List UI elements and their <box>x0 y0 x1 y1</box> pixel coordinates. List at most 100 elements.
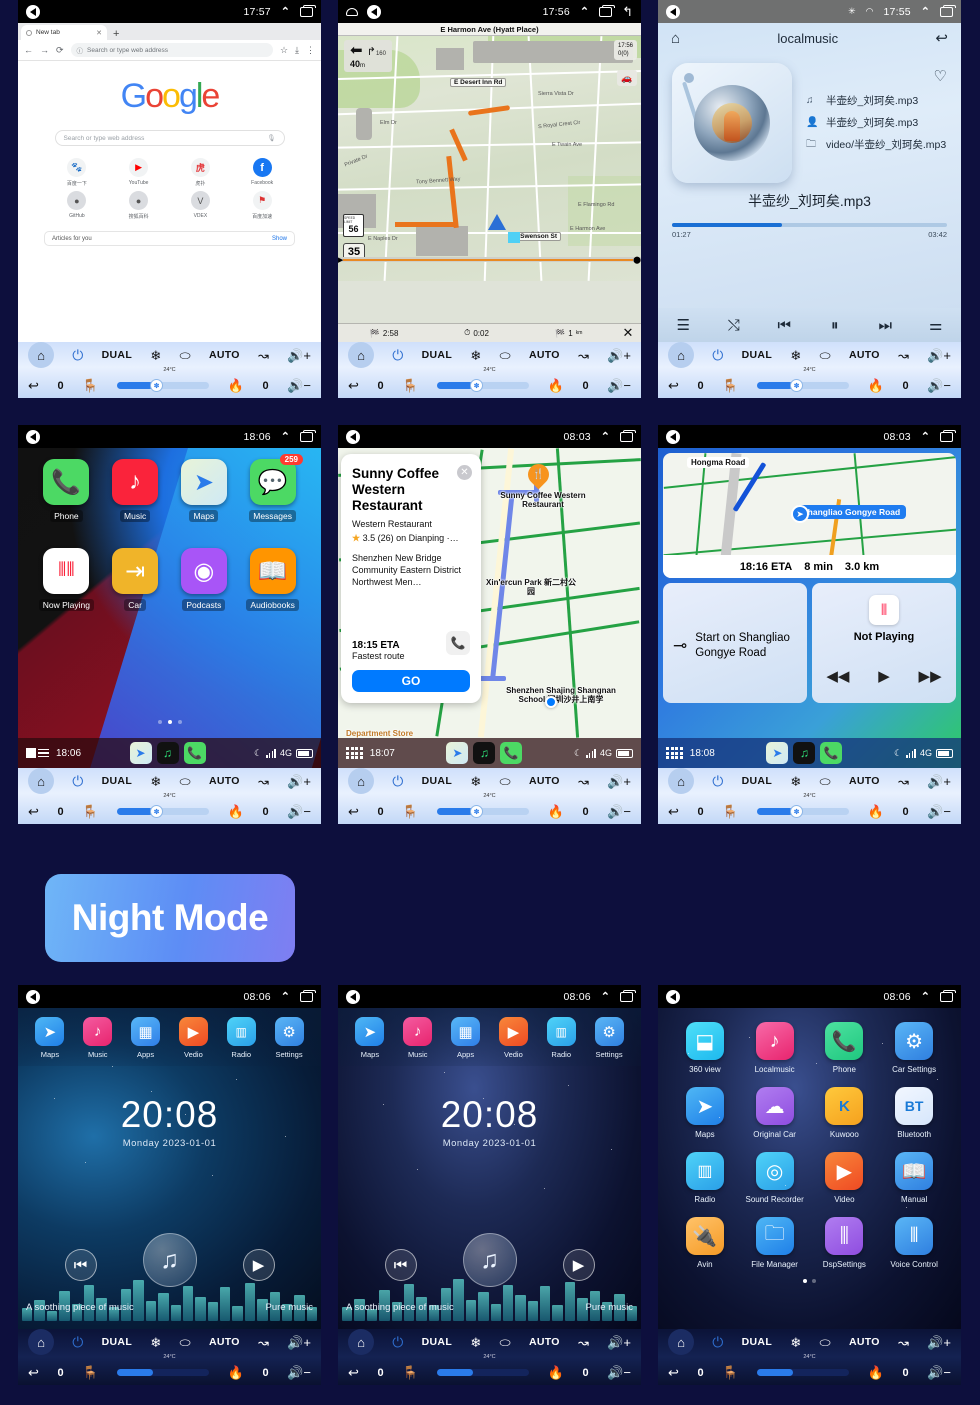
microphone-icon[interactable]: 🎙 <box>267 134 275 142</box>
home-icon[interactable]: ⌂ <box>28 1329 54 1355</box>
apps-grid-icon[interactable] <box>666 746 683 760</box>
airflow-icon[interactable]: ↝ <box>898 775 909 788</box>
back-icon[interactable] <box>26 429 40 444</box>
chevron-up-icon[interactable]: ⌃ <box>921 990 930 1003</box>
articles-show-button[interactable]: Show <box>272 236 287 242</box>
volume-up-icon[interactable]: 🔊+ <box>607 1336 631 1349</box>
dual-button[interactable]: DUAL <box>102 1336 132 1348</box>
fan-slider[interactable]: ✽ <box>437 379 530 392</box>
rear-defrost-icon[interactable]: ⬭ <box>820 775 831 788</box>
auto-button[interactable]: AUTO <box>849 349 880 361</box>
dual-button[interactable]: DUAL <box>422 1336 452 1348</box>
shortcut-item[interactable]: f Facebook <box>231 158 293 187</box>
previous-icon[interactable]: ⏮ <box>759 317 810 334</box>
undo-icon[interactable]: ↰ <box>622 4 633 20</box>
playlist-icon[interactable]: ☰ <box>658 316 709 334</box>
seat-icon[interactable]: 🪑 <box>82 1366 98 1379</box>
snowflake-icon[interactable]: ❄ <box>470 775 481 788</box>
seat-heat-icon[interactable]: 🔥 <box>228 379 244 392</box>
snowflake-icon[interactable]: ❄ <box>790 1336 801 1349</box>
play-icon[interactable]: ▶ <box>878 667 890 685</box>
power-icon[interactable]: ⏻ <box>72 1334 83 1351</box>
seat-heat-icon[interactable]: 🔥 <box>868 805 884 818</box>
page-dot-active[interactable] <box>167 720 172 724</box>
back-arrow-icon[interactable]: ↩ <box>348 1366 359 1379</box>
fan-slider-knob[interactable]: ✽ <box>150 805 164 818</box>
chevron-up-icon[interactable]: ⌃ <box>601 990 610 1003</box>
back-icon[interactable] <box>346 429 360 444</box>
volume-up-icon[interactable]: 🔊+ <box>927 775 951 788</box>
fan-slider[interactable]: ✽ <box>757 379 850 392</box>
app-voice-control[interactable]: ⦀ Voice Control <box>879 1217 949 1269</box>
power-icon[interactable]: ⏻ <box>392 773 403 790</box>
app-now-playing[interactable]: ⦀⦀ Now Playing <box>32 548 101 611</box>
fan-slider[interactable]: ✽ <box>437 805 530 818</box>
app-manual[interactable]: 📖 Manual <box>879 1152 949 1204</box>
home-icon[interactable]: ⌂ <box>348 1329 374 1355</box>
recents-icon[interactable] <box>940 989 956 1002</box>
forward-icon[interactable]: ▶▶ <box>919 667 942 685</box>
fan-slider-knob[interactable]: ✽ <box>150 379 164 392</box>
power-icon[interactable]: ⏻ <box>712 347 723 364</box>
search-input[interactable]: Search or type web address 🎙 <box>54 130 285 146</box>
fan-slider-knob[interactable]: ✽ <box>790 805 804 818</box>
back-arrow-icon[interactable]: ↩ <box>28 379 39 392</box>
home-icon[interactable]: ⌂ <box>671 30 680 47</box>
volume-up-icon[interactable]: 🔊+ <box>287 1336 311 1349</box>
recents-icon[interactable] <box>599 4 616 17</box>
app-localmusic[interactable]: ♪ Localmusic <box>740 1022 810 1074</box>
dock-kuwo-icon[interactable]: ♫ <box>156 742 179 764</box>
dual-button[interactable]: DUAL <box>422 775 452 787</box>
pause-icon[interactable]: ⏸ <box>810 317 861 334</box>
auto-button[interactable]: AUTO <box>209 775 240 787</box>
auto-button[interactable]: AUTO <box>529 775 560 787</box>
home-outline-icon[interactable] <box>346 7 358 16</box>
page-dot[interactable] <box>177 720 182 724</box>
return-icon[interactable]: ↩ <box>935 29 948 47</box>
app-car-settings[interactable]: ⚙ Car Settings <box>879 1022 949 1074</box>
app-list-icon[interactable] <box>26 748 49 758</box>
browser-tab[interactable]: New tab ✕ <box>21 25 107 40</box>
seat-heat-icon[interactable]: 🔥 <box>228 805 244 818</box>
tab-close-icon[interactable]: ✕ <box>96 29 102 37</box>
fan-slider-knob[interactable]: ✽ <box>470 379 484 392</box>
app-music[interactable]: ♪ Music <box>101 459 170 522</box>
dual-button[interactable]: DUAL <box>742 775 772 787</box>
dock-maps-icon[interactable]: ➤ <box>129 742 152 764</box>
seat-heat-icon[interactable]: 🔥 <box>868 1366 884 1379</box>
fan-slider[interactable]: ✽ <box>757 805 850 818</box>
seat-heat-icon[interactable]: 🔥 <box>548 1366 564 1379</box>
rear-defrost-icon[interactable]: ⬭ <box>820 349 831 362</box>
app-original-car[interactable]: ☁ Original Car <box>740 1087 810 1139</box>
media-card[interactable]: ⦀ Not Playing ◀◀ ▶ ▶▶ <box>812 583 956 703</box>
apps-grid-icon[interactable] <box>346 746 363 760</box>
app-phone[interactable]: 📞 Phone <box>810 1022 880 1074</box>
seat-icon[interactable]: 🪑 <box>402 1366 418 1379</box>
app-radio[interactable]: ▥ Radio <box>670 1152 740 1204</box>
back-icon[interactable] <box>367 4 381 19</box>
rear-defrost-icon[interactable]: ⬭ <box>500 775 511 788</box>
seat-icon[interactable]: 🪑 <box>722 379 738 392</box>
call-button[interactable]: 📞 <box>446 631 470 656</box>
auto-button[interactable]: AUTO <box>849 1336 880 1348</box>
auto-button[interactable]: AUTO <box>209 349 240 361</box>
back-arrow-icon[interactable]: ↩ <box>348 805 359 818</box>
airflow-icon[interactable]: ↝ <box>898 349 909 362</box>
airflow-icon[interactable]: ↝ <box>898 1336 909 1349</box>
rear-defrost-icon[interactable]: ⬭ <box>180 1336 191 1349</box>
progress-bar[interactable] <box>672 223 947 227</box>
recents-icon[interactable] <box>300 989 316 1002</box>
app-video[interactable]: ▶ Video <box>810 1152 880 1204</box>
rear-defrost-icon[interactable]: ⬭ <box>180 775 191 788</box>
app-dsp-settings[interactable]: ⫼ DspSettings <box>810 1217 880 1269</box>
app-radio[interactable]: ▥ Radio <box>546 1017 576 1059</box>
omnibox-input[interactable]: ⓘ Search or type web address <box>70 43 273 57</box>
seat-icon[interactable]: 🪑 <box>722 805 738 818</box>
back-icon[interactable] <box>666 989 680 1004</box>
app-podcasts[interactable]: ◉ Podcasts <box>170 548 239 611</box>
fan-slider[interactable]: ✽ <box>117 379 210 392</box>
back-icon[interactable] <box>26 4 40 19</box>
back-icon[interactable] <box>666 429 680 444</box>
previous-icon[interactable]: ⏮ <box>64 1249 97 1281</box>
app-vedio[interactable]: ▶ Vedio <box>178 1017 208 1059</box>
